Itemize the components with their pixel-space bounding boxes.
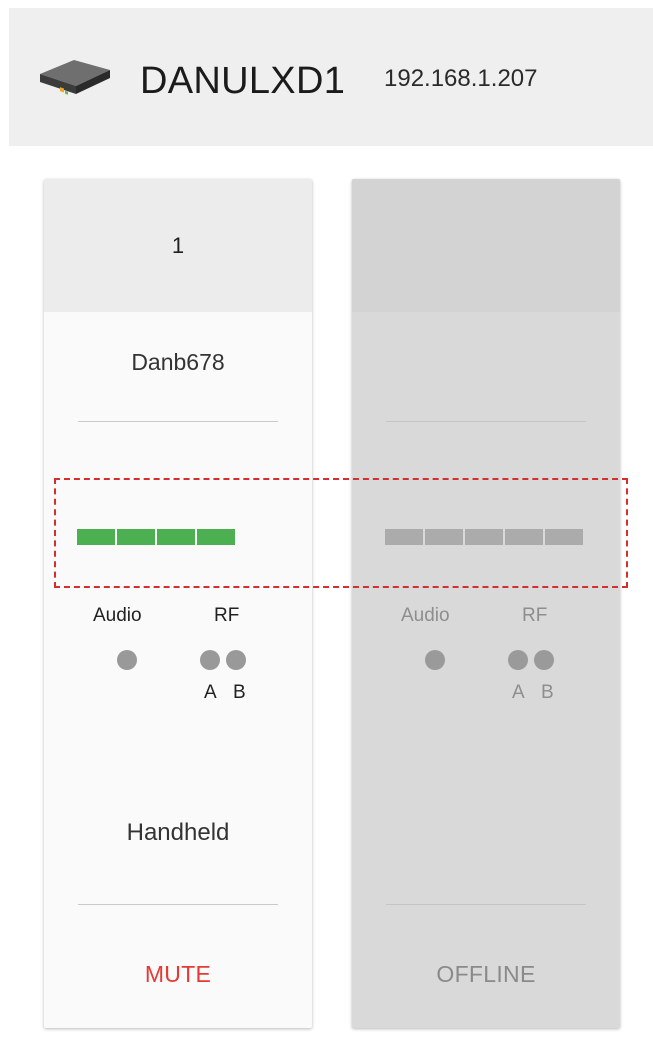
rf-label: RF	[522, 605, 548, 626]
channel-number	[352, 179, 620, 312]
meter-segment	[77, 529, 115, 545]
status-mute[interactable]: MUTE	[44, 961, 312, 988]
rf-a-indicator-dot	[200, 650, 220, 670]
meter-segment	[505, 529, 543, 545]
audio-level-meter	[385, 529, 583, 545]
receiver-device-icon	[40, 60, 110, 95]
divider	[78, 421, 278, 422]
audio-label: Audio	[93, 605, 142, 626]
audio-label: Audio	[401, 605, 450, 626]
audio-indicator-dot	[425, 650, 445, 670]
meter-segment	[465, 529, 503, 545]
channel-number: 1	[44, 179, 312, 312]
transmitter-type: Handheld	[126, 819, 230, 846]
audio-level-meter	[77, 529, 235, 545]
audio-indicator-dot	[117, 650, 137, 670]
divider	[386, 421, 586, 422]
channel-card-1[interactable]: 1 Danb678 Audio RF A B Handheld MUTE	[44, 179, 312, 1028]
device-name: DANULXD1	[140, 60, 346, 102]
meter-segment	[425, 529, 463, 545]
rf-b-indicator-dot	[226, 650, 246, 670]
antenna-b-label: B	[233, 682, 246, 703]
meter-segment	[157, 529, 195, 545]
divider	[78, 904, 278, 905]
antenna-a-label: A	[204, 682, 217, 703]
divider	[386, 904, 586, 905]
antenna-a-label: A	[512, 682, 525, 703]
device-ip-address: 192.168.1.207	[384, 65, 538, 92]
rf-label: RF	[214, 605, 240, 626]
meter-segment	[385, 529, 423, 545]
channel-card-2[interactable]: Audio RF A B OFFLINE	[352, 179, 620, 1028]
meter-segment	[545, 529, 583, 545]
channel-name: Danb678	[131, 349, 225, 375]
rf-a-indicator-dot	[508, 650, 528, 670]
status-offline[interactable]: OFFLINE	[352, 961, 620, 988]
rf-b-indicator-dot	[534, 650, 554, 670]
meter-segment	[197, 529, 235, 545]
antenna-b-label: B	[541, 682, 554, 703]
meter-segment	[117, 529, 155, 545]
